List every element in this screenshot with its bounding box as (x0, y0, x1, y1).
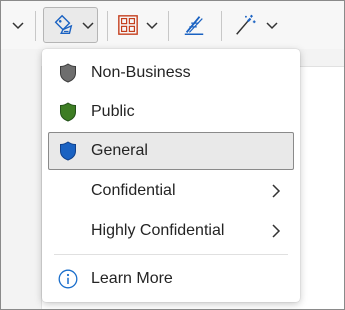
editor-pen-icon (184, 16, 204, 35)
toolbar-separator (35, 11, 36, 41)
sensitivity-menu: Non-Business Public General Confidential… (42, 49, 300, 302)
chevron-right-icon (272, 184, 281, 198)
menu-item-non-business[interactable]: Non-Business (48, 54, 294, 92)
info-icon (58, 269, 78, 289)
menu-item-general[interactable]: General (48, 132, 294, 170)
chevron-right-icon (272, 224, 281, 238)
menu-item-public[interactable]: Public (48, 93, 294, 131)
menu-item-label: General (91, 142, 148, 159)
green-shield-icon (60, 102, 76, 122)
table-grid-icon (118, 15, 138, 35)
menu-item-label: Learn More (91, 270, 173, 287)
toolbar-separator (107, 11, 108, 41)
sensitivity-button[interactable] (43, 7, 98, 43)
editor-button[interactable] (177, 7, 211, 43)
sensitivity-label-icon (54, 14, 73, 34)
menu-item-label: Highly Confidential (91, 222, 225, 239)
gray-shield-icon (60, 63, 76, 83)
chevron-down-icon (82, 22, 94, 30)
menu-item-label: Non-Business (91, 64, 191, 81)
chevron-down-icon (266, 22, 278, 30)
toolbar (1, 1, 344, 49)
menu-item-highly-confidential[interactable]: Highly Confidential (48, 212, 294, 250)
document-gutter (1, 66, 42, 309)
menu-item-label: Public (91, 103, 135, 120)
app-frame: Non-Business Public General Confidential… (0, 0, 345, 310)
menu-item-learn-more[interactable]: Learn More (48, 260, 294, 298)
chevron-down-icon (146, 22, 158, 30)
toolbar-separator (221, 11, 222, 41)
menu-divider (54, 254, 288, 255)
table-button[interactable] (115, 7, 163, 43)
blue-shield-icon (60, 141, 76, 161)
left-dropdown-button[interactable] (7, 7, 29, 43)
magic-wand-icon (236, 14, 256, 35)
chevron-down-icon (12, 22, 24, 30)
toolbar-separator (168, 11, 169, 41)
designer-button[interactable] (231, 7, 281, 43)
menu-item-label: Confidential (91, 182, 176, 199)
menu-item-confidential[interactable]: Confidential (48, 172, 294, 210)
